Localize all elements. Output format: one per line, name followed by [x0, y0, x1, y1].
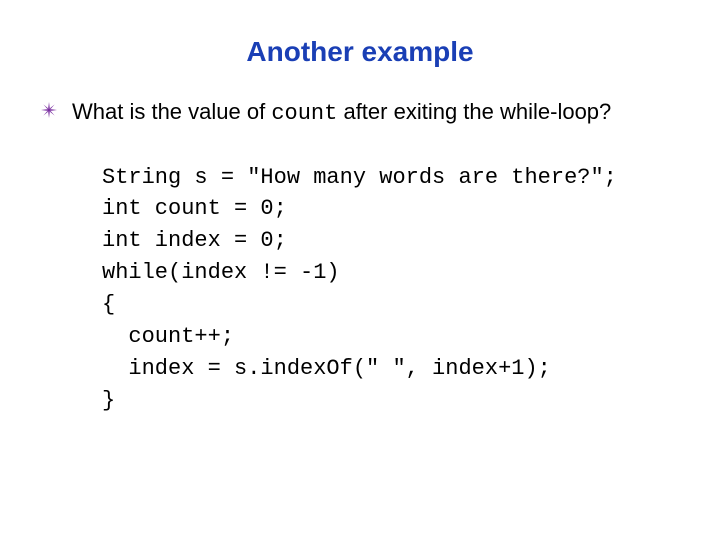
code-line: String s = "How many words are there?";: [102, 165, 617, 190]
body-text: What is the value of count after exiting…: [72, 98, 611, 128]
code-line: {: [102, 292, 115, 317]
code-line: }: [102, 388, 115, 413]
slide-title: Another example: [40, 36, 680, 68]
code-line: int count = 0;: [102, 196, 287, 221]
code-line: count++;: [102, 324, 234, 349]
code-line: int index = 0;: [102, 228, 287, 253]
body-prefix: What is the value of: [72, 99, 271, 124]
slide: Another example What is the value of cou…: [0, 0, 720, 540]
code-line: while(index != -1): [102, 260, 340, 285]
code-block: String s = "How many words are there?"; …: [102, 162, 680, 417]
body-suffix: after exiting the while-loop?: [337, 99, 611, 124]
body-row: What is the value of count after exiting…: [40, 98, 680, 128]
body-code-term: count: [271, 101, 337, 126]
code-line: index = s.indexOf(" ", index+1);: [102, 356, 551, 381]
bullet-star-icon: [40, 101, 58, 119]
